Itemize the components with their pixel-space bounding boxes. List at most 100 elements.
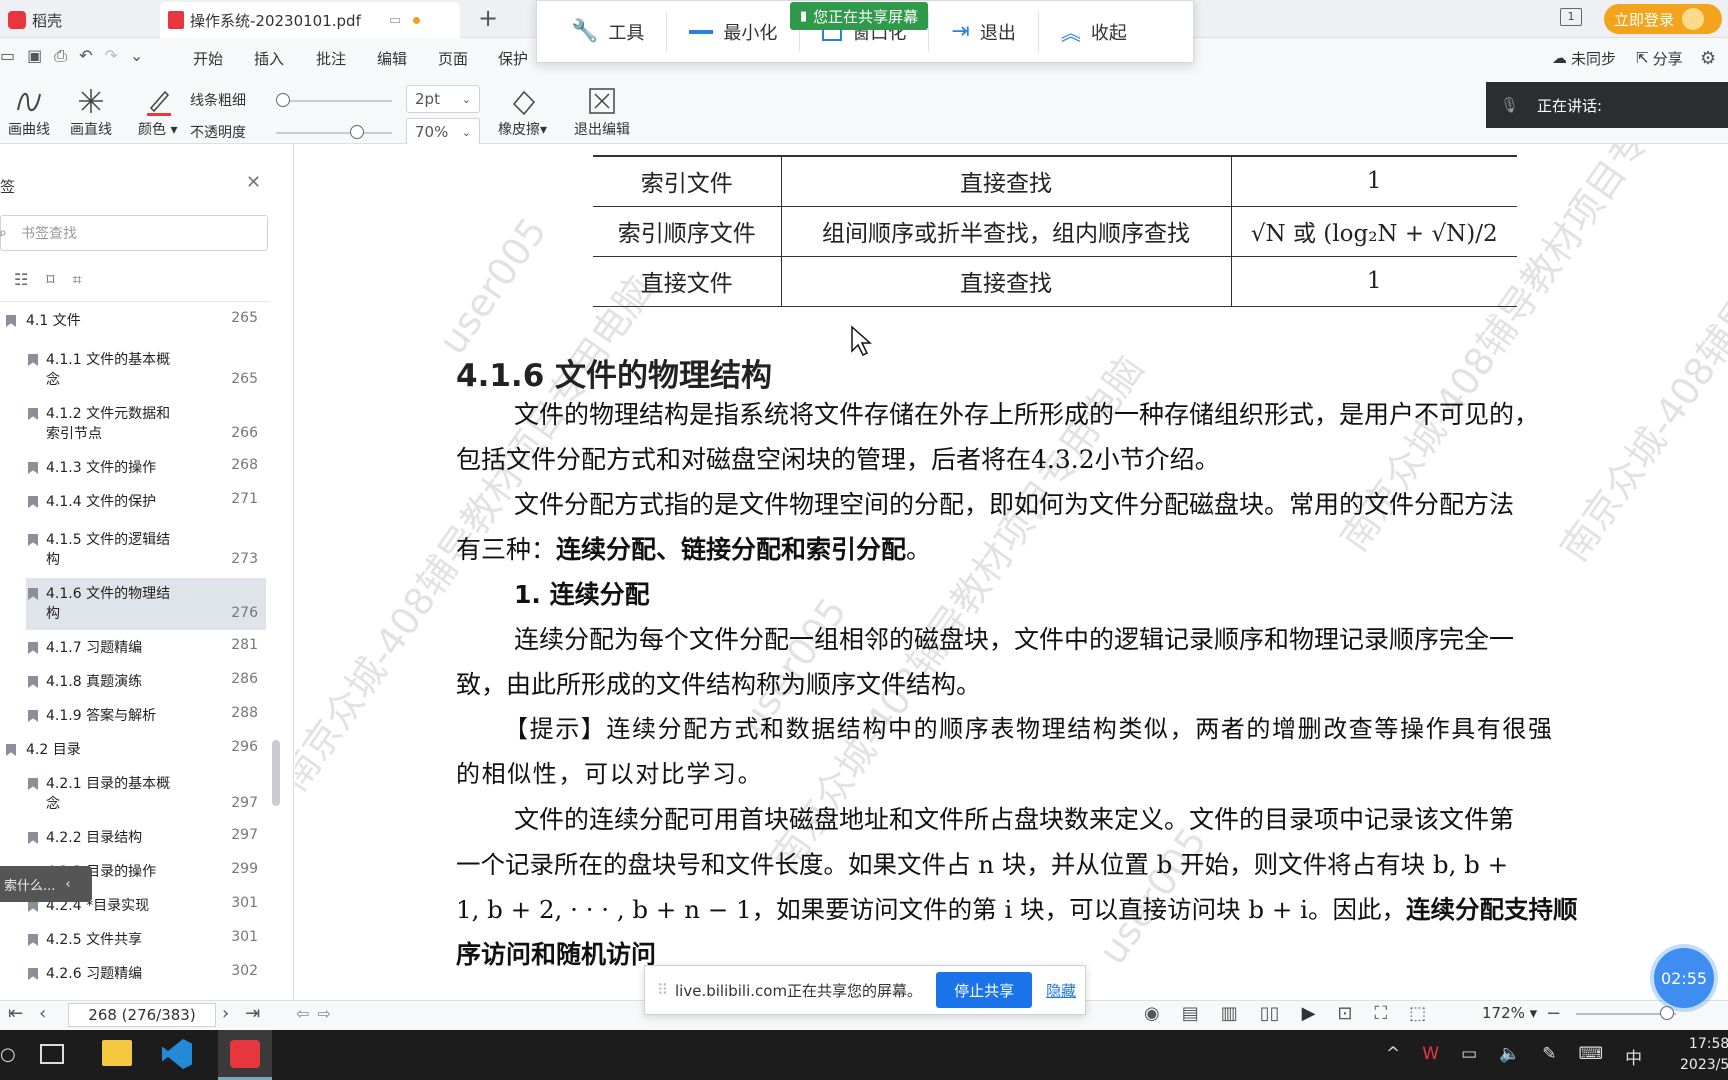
menu-edit[interactable]: 编辑 [377,38,407,78]
sidebar-item[interactable]: 4.2.6 习题精编 302 [26,958,266,990]
sidebar-item[interactable]: 4.1.7 习题精编 281 [26,632,266,664]
settings-gear-icon[interactable]: ⚙ [1700,48,1716,69]
wrench-icon: 🔧 [571,19,599,44]
share-collapse-button[interactable]: ︽ 收起 [1039,12,1149,52]
menu-insert[interactable]: 插入 [254,38,284,78]
document-view[interactable]: 南京众城-408辅导教材项目专用电脑 南京众城-408辅导教材项目专用电脑 南京… [295,144,1728,1000]
sidebar-item[interactable]: 4.1.3 文件的操作 268 [26,452,266,484]
zoom-level[interactable]: 172% ▾ [1482,1004,1537,1022]
new-tab-button[interactable]: + [478,4,498,32]
zoom-out-icon[interactable]: − [1546,1003,1561,1024]
chevron-up-icon[interactable]: ^ [1386,1044,1400,1069]
recording-timer[interactable]: 02:55 [1654,948,1714,1008]
pen-icon[interactable]: ✎ [1542,1044,1556,1069]
file-explorer-icon[interactable] [102,1040,132,1066]
share-exit-button[interactable]: ⇥ 退出 [929,11,1039,52]
sidebar-item[interactable]: 4.1 文件 265 [0,305,266,337]
subsection-heading: 1. 连续分配 [514,580,650,609]
tip-line: 【提示】连续分配方式和数据结构中的顺序表物理结构类似，两者的增删改查等操作具有很… [504,715,1554,743]
thickness-slider-track[interactable] [282,100,392,102]
opacity-select[interactable]: 70% ⌄ [406,118,480,146]
share-notice-text: live.bilibili.com正在共享您的屏幕。 [675,981,923,1000]
fit-width-icon[interactable]: ⬚ [1409,1003,1426,1024]
exit-edit-button[interactable]: 退出编辑 [574,86,630,139]
sidebar-item[interactable]: 4.1.6 文件的物理结构 276 [26,578,266,630]
search-icon[interactable]: ○ [0,1044,16,1065]
sidebar-item-label: 4.1.4 文件的保护 [46,494,157,510]
bookmark-icon[interactable]: ⌗ [73,270,82,290]
login-button[interactable]: 立即登录 [1604,4,1722,34]
share-button[interactable]: ⇱ 分享 [1636,38,1683,78]
clock[interactable]: 17:58 2023/5 [1680,1034,1728,1076]
dual-page-icon[interactable]: ▯▯ [1260,1003,1280,1024]
close-icon[interactable]: ✕ [246,172,261,193]
window-count-badge[interactable]: 1 [1560,8,1582,26]
volume-icon[interactable]: 🔈 [1499,1044,1520,1069]
menu-annotate[interactable]: 批注 [316,38,346,78]
draw-line-button[interactable]: 画直线 [70,86,112,139]
chevron-left-icon[interactable]: ‹ [65,877,70,892]
last-page-icon[interactable]: ⇥ [245,1003,260,1024]
back-icon[interactable]: ⇦ [296,1004,309,1023]
ime-indicator[interactable]: 中 [1625,1044,1642,1069]
bookmark-list-icon[interactable]: ☷ [14,270,28,290]
share-tool-button[interactable]: 🔧 工具 [549,11,668,52]
prev-page-icon[interactable]: ‹ [39,1003,46,1024]
sidebar-scrollbar[interactable] [272,740,280,806]
eye-icon[interactable]: ◉ [1144,1003,1160,1024]
hide-link[interactable]: 隐藏 [1046,980,1076,1001]
sidebar-item[interactable]: 4.2.5 文件共享 301 [26,924,266,956]
sidebar-item[interactable]: 4.2 目录 296 [0,734,266,766]
sidebar-item[interactable]: 4.1.2 文件元数据和 索引节点 266 [26,398,266,450]
stop-share-button[interactable]: 停止共享 [936,972,1033,1008]
menu-home[interactable]: 开始 [193,38,223,78]
undo-icon[interactable]: ↶ [79,46,92,66]
add-bookmark-icon[interactable]: ⌑ [46,270,54,290]
sidebar-item[interactable]: 4.2.1 目录的基本概念 297 [26,768,266,820]
sidebar-item[interactable]: 4.1.4 文件的保护 271 [26,486,266,518]
print-icon[interactable]: ⎙ [54,46,67,66]
zoom-slider-handle[interactable] [1660,1006,1674,1020]
eraser-button[interactable]: 橡皮擦▾ [498,86,547,139]
forward-icon[interactable]: ⇨ [317,1004,330,1023]
page-number-input[interactable]: 268 (276/383) [68,1003,216,1027]
save-icon[interactable]: ▣ [27,46,42,66]
actual-size-icon[interactable]: ⊡ [1337,1003,1352,1024]
thickness-slider-handle[interactable] [276,93,290,107]
monitor-icon[interactable]: ▭ [389,13,401,28]
task-view-icon[interactable] [40,1044,64,1064]
draw-curve-button[interactable]: 画曲线 [8,86,50,139]
menu-protect[interactable]: 保护 [498,38,528,78]
first-page-icon[interactable]: ⇤ [8,1003,23,1024]
continuous-page-icon[interactable]: ▥ [1221,1003,1238,1024]
color-button[interactable]: 颜色 ▾ [138,86,177,139]
share-minimize-button[interactable]: 最小化 [667,11,801,52]
redo-icon[interactable]: ↷ [104,46,117,66]
menu-page[interactable]: 页面 [438,38,468,78]
sidebar-item[interactable]: 4.2.2 目录结构 297 [26,822,266,854]
sidebar-item[interactable]: 4.1.1 文件的基本概念 265 [26,344,266,396]
bookmark-search-input[interactable]: ⌕ 书签查找 [0,215,268,251]
vscode-icon[interactable] [162,1039,192,1069]
sidebar-item[interactable]: 4.1.5 文件的逻辑结构 273 [26,524,266,576]
fit-page-icon[interactable]: ⛶ [1375,1003,1388,1024]
tab-docer-home[interactable]: 稻壳 [0,2,155,38]
open-icon[interactable]: ▭ [0,46,15,66]
wps-tray-icon[interactable]: W [1422,1044,1439,1069]
chevron-down-icon[interactable]: ⌄ [130,46,143,66]
keyboard-icon[interactable]: ⌨ [1579,1044,1604,1069]
wps-taskbar-button[interactable] [218,1030,272,1080]
opacity-slider-track[interactable] [276,132,392,134]
bookmark-icon [28,642,38,654]
network-icon[interactable]: ▭ [1461,1044,1477,1069]
next-page-icon[interactable]: › [222,1003,229,1024]
drag-handle-icon[interactable]: ⠿ [657,981,668,999]
microphone-icon: 🎙 [1500,96,1520,114]
sync-status[interactable]: ☁ 未同步 [1552,38,1616,78]
play-icon[interactable]: ▶ [1302,1003,1316,1024]
thickness-select[interactable]: 2pt ⌄ [406,85,480,113]
single-page-icon[interactable]: ▤ [1182,1003,1199,1024]
sidebar-item[interactable]: 4.1.8 真题演练 286 [26,666,266,698]
tab-document[interactable]: 操作系统-20230101.pdf ▭ [160,2,460,38]
sidebar-item[interactable]: 4.1.9 答案与解析 288 [26,700,266,732]
